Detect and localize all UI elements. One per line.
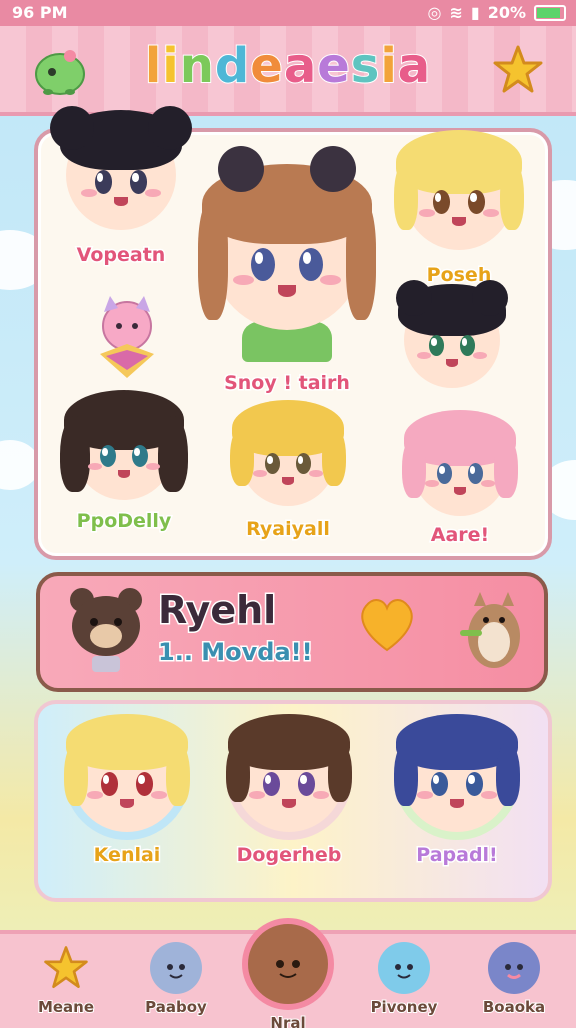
feature-title: Ryehl bbox=[156, 587, 277, 634]
friend-portrait bbox=[394, 714, 520, 840]
character-card[interactable] bbox=[396, 280, 508, 388]
status-bar: 96 PM ◎ ≋ ▮ 20% bbox=[0, 0, 576, 26]
character-card[interactable]: PpoDelly bbox=[54, 390, 194, 534]
bear-icon bbox=[488, 942, 540, 994]
friend-card[interactable]: Kenlai bbox=[52, 714, 202, 868]
friend-name: Dogerheb bbox=[235, 843, 343, 868]
character-card[interactable]: Snoy ! tairh bbox=[192, 146, 382, 396]
pet-sticker[interactable] bbox=[92, 290, 162, 384]
nav-item-boaoka[interactable]: Boaoka bbox=[466, 934, 562, 1017]
bubble-icon bbox=[378, 942, 430, 994]
character-name: PpoDelly bbox=[75, 509, 173, 534]
nav-label: Meane bbox=[37, 997, 95, 1017]
friend-card[interactable]: Papadl! bbox=[382, 714, 532, 868]
character-card[interactable]: Poseh bbox=[384, 130, 534, 288]
nav-item-pivoney[interactable]: Pivoney bbox=[356, 934, 452, 1017]
character-name: Ryaiyall bbox=[245, 517, 332, 542]
star-icon bbox=[493, 45, 543, 93]
avatar-icon bbox=[242, 918, 334, 1010]
character-card[interactable]: Aare! bbox=[390, 410, 530, 548]
character-portrait bbox=[402, 410, 518, 516]
character-name: Aare! bbox=[429, 523, 490, 548]
friend-card[interactable]: Dogerheb bbox=[214, 714, 364, 868]
battery-text: 20% bbox=[487, 3, 526, 22]
character-portrait bbox=[198, 146, 376, 330]
heart-icon[interactable] bbox=[354, 590, 420, 660]
feature-subtitle: 1.. Movda!! bbox=[157, 637, 315, 668]
bear-icon bbox=[66, 584, 146, 678]
nav-label: Paaboy bbox=[144, 997, 208, 1017]
alarm-icon: ◎ bbox=[427, 3, 442, 22]
character-portrait bbox=[394, 130, 524, 250]
pet-icon bbox=[150, 942, 202, 994]
character-portrait bbox=[60, 390, 188, 500]
battery-icon bbox=[534, 4, 566, 21]
status-time: 96 PM bbox=[12, 3, 68, 22]
character-name: Snoy ! tairh bbox=[223, 371, 352, 396]
wifi-icon: ≋ bbox=[449, 3, 463, 22]
bottom-nav: Meane Paaboy Nral Pivoney Boaoka bbox=[0, 918, 576, 1032]
friend-portrait bbox=[226, 714, 352, 840]
app-header: lindeaesia bbox=[0, 26, 576, 116]
cat-pet-icon bbox=[100, 296, 154, 378]
star-icon bbox=[40, 942, 92, 994]
friend-name: Kenlai bbox=[92, 843, 162, 868]
character-card[interactable]: Vopeatn bbox=[46, 106, 196, 268]
nav-label: Boaoka bbox=[482, 997, 546, 1017]
favorites-button[interactable] bbox=[488, 40, 548, 100]
feature-banner[interactable]: Ryehl 1.. Movda!! bbox=[36, 572, 548, 692]
nav-item-meane[interactable]: Meane bbox=[18, 934, 114, 1017]
friend-portrait bbox=[64, 714, 190, 840]
friend-name: Papadl! bbox=[415, 843, 499, 868]
nav-label: Pivoney bbox=[370, 997, 439, 1017]
character-portrait bbox=[230, 400, 346, 506]
nav-item-paaboy[interactable]: Paaboy bbox=[128, 934, 224, 1017]
nav-item-nral[interactable]: Nral bbox=[240, 910, 336, 1032]
character-portrait bbox=[50, 106, 192, 230]
signal-icon: ▮ bbox=[470, 3, 480, 22]
character-name: Vopeatn bbox=[75, 243, 167, 268]
character-portrait bbox=[396, 280, 508, 388]
nav-label: Nral bbox=[269, 1013, 306, 1032]
hamster-icon bbox=[452, 586, 532, 680]
character-card[interactable]: Ryaiyall bbox=[218, 400, 358, 542]
